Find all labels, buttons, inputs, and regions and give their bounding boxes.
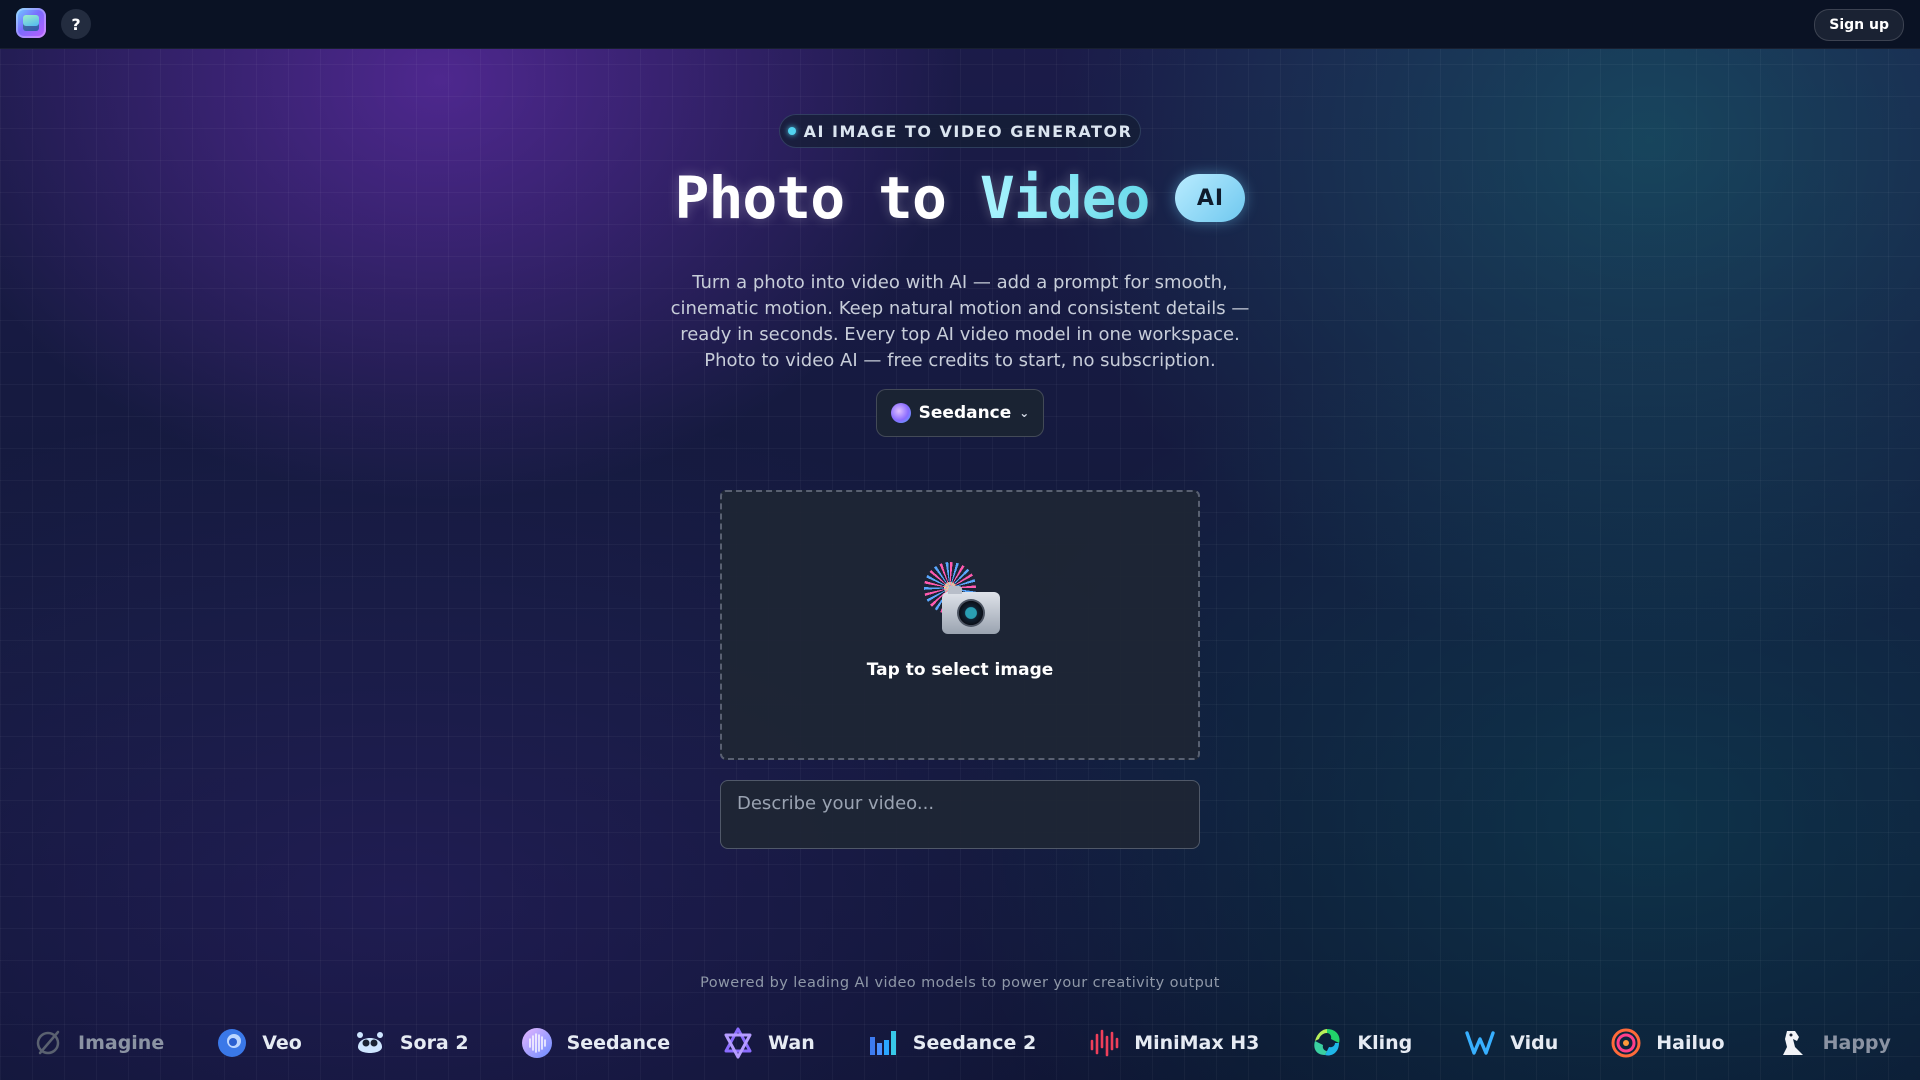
sora-icon (356, 1032, 383, 1053)
camera-icon (942, 586, 1000, 634)
model-item-kling[interactable]: Kling (1311, 1027, 1412, 1059)
hailuo-icon (1611, 1028, 1641, 1058)
model-item-seedance[interactable]: Seedance (521, 1027, 671, 1059)
model-select-value: Seedance (918, 403, 1012, 423)
model-select-dropdown[interactable]: Seedance ⌄ (876, 389, 1044, 437)
page-title-main: Photo to (674, 164, 980, 232)
model-name: Vidu (1510, 1032, 1559, 1054)
signup-button[interactable]: Sign up (1814, 9, 1904, 41)
model-name: Seedance 2 (912, 1032, 1037, 1054)
model-item-minimax[interactable]: MiniMax H3 (1088, 1027, 1259, 1059)
top-bar: ? Sign up (0, 0, 1920, 49)
help-button[interactable]: ? (61, 9, 91, 39)
kling-icon (1314, 1029, 1340, 1056)
model-name: Happy Horse (1822, 1032, 1892, 1054)
seedance-orb-icon (890, 403, 911, 423)
model-name: Hailuo (1656, 1032, 1725, 1054)
model-item-sora[interactable]: Sora 2 (354, 1027, 469, 1059)
camera-with-fireworks-icon (922, 562, 1002, 638)
powered-by-text: Powered by leading AI video models to po… (700, 975, 1220, 991)
upload-label: Tap to select image (866, 660, 1054, 680)
app-logo-icon[interactable] (16, 8, 46, 38)
chevron-down-icon: ⌄ (1019, 406, 1030, 420)
page-title-accent: Video (979, 164, 1151, 232)
seedance-icon (521, 1028, 552, 1058)
hero-badge-label: AI IMAGE TO VIDEO GENERATOR (803, 121, 1133, 141)
hero-title-row: Photo to Video AI (0, 162, 1920, 234)
model-item-wan[interactable]: Wan (722, 1027, 815, 1059)
veo-icon (218, 1029, 247, 1057)
minimax-wave-icon (1090, 1029, 1119, 1057)
image-upload-dropzone[interactable]: Tap to select image (720, 490, 1200, 760)
model-name: Sora 2 (399, 1032, 469, 1054)
model-logo-strip: Imagine Veo Sora 2 Seedance Wan Seedance… (32, 1022, 1892, 1064)
imagine-icon (36, 1030, 60, 1055)
model-name: Kling (1357, 1032, 1413, 1054)
model-item-hailuo[interactable]: Hailuo (1610, 1027, 1725, 1059)
model-item-imagine[interactable]: Imagine (32, 1027, 164, 1059)
seedance-bars-icon (869, 1031, 896, 1055)
model-name: Veo (262, 1032, 302, 1054)
model-name: Seedance (566, 1032, 671, 1054)
status-dot-icon (787, 127, 796, 135)
video-prompt-input[interactable] (720, 780, 1200, 849)
model-item-vidu[interactable]: Vidu (1464, 1027, 1558, 1059)
model-item-veo[interactable]: Veo (216, 1027, 302, 1059)
wan-icon (724, 1027, 752, 1059)
vidu-icon (1465, 1031, 1495, 1055)
hero-badge: AI IMAGE TO VIDEO GENERATOR (779, 114, 1141, 148)
camera-lens (957, 599, 985, 627)
hero-description: Turn a photo into video with AI — add a … (670, 272, 1250, 371)
ai-badge: AI (1175, 174, 1246, 222)
model-name: Wan (768, 1032, 815, 1054)
horse-icon (1782, 1031, 1803, 1055)
model-name: MiniMax H3 (1134, 1032, 1260, 1054)
model-name: Imagine (78, 1032, 165, 1054)
page-title: Photo to Video (674, 164, 1151, 232)
model-item-seedance-2[interactable]: Seedance 2 (867, 1027, 1036, 1059)
model-item-happy-horse[interactable]: Happy Horse (1777, 1027, 1892, 1059)
